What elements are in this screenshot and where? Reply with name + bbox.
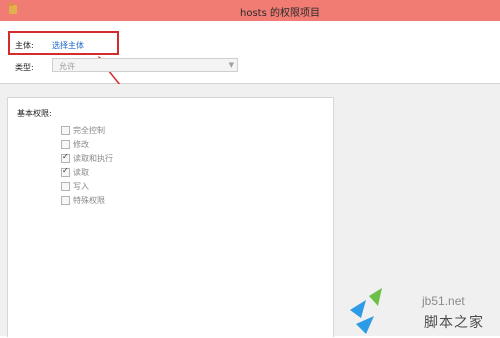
permission-label: 完全控制: [73, 126, 105, 135]
permission-label: 写入: [73, 182, 89, 191]
checkbox-checked[interactable]: [61, 152, 70, 163]
checkbox[interactable]: [61, 126, 70, 135]
watermark: jb51.net 脚本之家: [336, 280, 500, 336]
chevron-down-icon: ▼: [228, 61, 234, 69]
permission-label: 读取: [73, 168, 89, 177]
type-select[interactable]: 允许 ▼: [52, 58, 238, 72]
type-label: 类型:: [15, 63, 34, 72]
watermark-url: jb51.net: [422, 294, 465, 308]
permission-label: 读取和执行: [73, 154, 113, 163]
watermark-logo-icon: [350, 288, 382, 334]
checkbox[interactable]: [61, 196, 70, 205]
permission-label: 修改: [73, 140, 89, 149]
watermark-text: 脚本之家: [424, 315, 484, 331]
permission-label: 特殊权限: [73, 196, 105, 205]
type-select-value: 允许: [59, 62, 75, 71]
checkbox[interactable]: [61, 140, 70, 149]
checkbox[interactable]: [61, 182, 70, 191]
permissions-panel: [7, 97, 334, 337]
checkbox-checked[interactable]: [61, 166, 70, 177]
basic-permissions-heading: 基本权限:: [17, 109, 52, 118]
